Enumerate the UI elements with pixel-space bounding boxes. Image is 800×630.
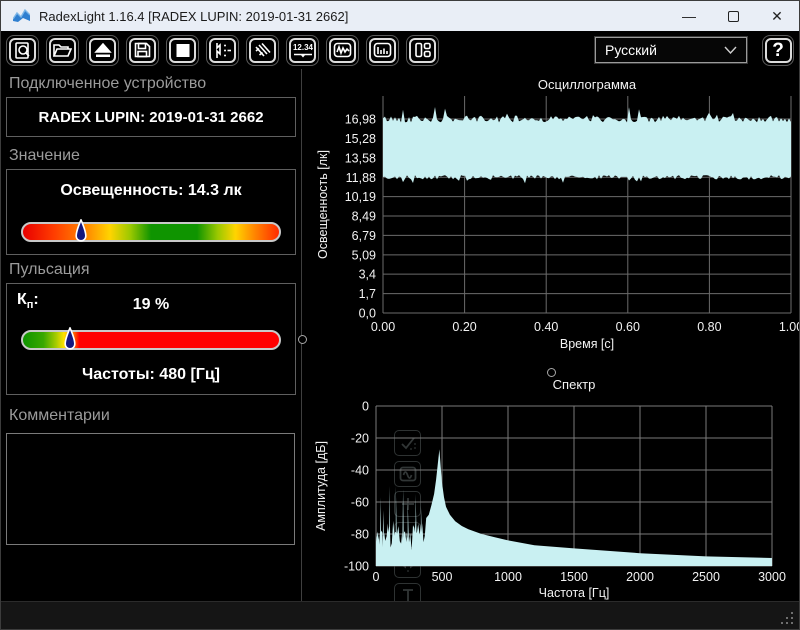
svg-text:0.60: 0.60 bbox=[616, 320, 640, 334]
eject-device-button[interactable] bbox=[86, 34, 119, 66]
svg-text:1,7: 1,7 bbox=[359, 287, 376, 301]
eject-icon bbox=[89, 37, 116, 63]
svg-text:Амплитуда [дБ]: Амплитуда [дБ] bbox=[314, 441, 328, 531]
comments-section-header: Комментарии bbox=[9, 407, 110, 424]
spectrum-chart: Спектр 0 -20 -40 -60 -80 -100 0 500 1000 1500 2000 2… bbox=[311, 373, 799, 601]
value-box: Освещенность: 14.3 лк bbox=[6, 169, 296, 255]
open-file-button[interactable] bbox=[46, 34, 79, 66]
pulsation-value: 19 % bbox=[132, 296, 170, 313]
svg-text:0: 0 bbox=[362, 400, 369, 414]
bar-chart-icon bbox=[369, 37, 396, 63]
oscillogram-chart: Осциллограмма 16,98 15,28 13,58 11,88 10,19 8,… bbox=[311, 71, 800, 609]
svg-text:0,0: 0,0 bbox=[359, 307, 376, 321]
left-panel: Подключенное устройство RADEX LUPIN: 201… bbox=[1, 69, 301, 601]
numeric-1234-icon: 12.34 bbox=[289, 37, 316, 63]
device-name: RADEX LUPIN: 2019-01-31 2662 bbox=[38, 108, 264, 126]
pulsation-scale-bar bbox=[21, 330, 281, 350]
svg-text:-60: -60 bbox=[351, 496, 369, 510]
illuminance-value: Освещенность: 14.3 лк bbox=[60, 182, 242, 199]
waveform-marker-icon bbox=[209, 37, 236, 63]
pulsation-section-header: Пульсация bbox=[9, 261, 90, 278]
vertical-splitter-knob[interactable] bbox=[298, 335, 307, 344]
svg-text:Время [с]: Время [с] bbox=[560, 337, 614, 351]
maximize-button[interactable] bbox=[711, 1, 755, 31]
svg-text:0.00: 0.00 bbox=[371, 320, 395, 334]
language-dropdown[interactable]: Русский bbox=[594, 36, 748, 64]
svg-text:5,09: 5,09 bbox=[352, 248, 376, 262]
help-button[interactable]: ? bbox=[762, 34, 794, 66]
spectrum-view-button[interactable] bbox=[366, 34, 399, 66]
spectrum-plot: Спектр 0 -20 -40 -60 -80 -100 0 500 1000 1500 2000 2… bbox=[314, 377, 786, 600]
frequency-value: Частоты: 480 [Гц] bbox=[81, 366, 220, 383]
illuminance-marker-icon bbox=[75, 219, 87, 242]
svg-text:-80: -80 bbox=[351, 528, 369, 542]
svg-text:3000: 3000 bbox=[758, 570, 786, 584]
svg-text:0.40: 0.40 bbox=[534, 320, 558, 334]
save-button[interactable] bbox=[126, 34, 159, 66]
svg-text:3,4: 3,4 bbox=[359, 268, 376, 282]
svg-text:10,19: 10,19 bbox=[345, 190, 376, 204]
pulsation-box: Кп: 19 % Частоты: 480 [Гц] bbox=[6, 283, 296, 395]
svg-text:15,28: 15,28 bbox=[345, 132, 376, 146]
title-bar: RadexLight 1.16.4 [RADEX LUPIN: 2019-01-… bbox=[1, 1, 799, 31]
save-floppy-icon bbox=[129, 37, 156, 63]
svg-text:2000: 2000 bbox=[626, 570, 654, 584]
preview-button[interactable] bbox=[6, 34, 39, 66]
toolbar: 12.34 Русский ? bbox=[1, 31, 799, 69]
svg-text:-100: -100 bbox=[344, 560, 369, 574]
svg-text:0.20: 0.20 bbox=[452, 320, 476, 334]
hatch-lines-icon bbox=[249, 37, 276, 63]
value-section-header: Значение bbox=[9, 147, 80, 164]
oscillogram-plot: Осциллограмма 16,98 15,28 13,58 11,88 10,19 8,… bbox=[316, 77, 800, 351]
numeric-display-button[interactable]: 12.34 bbox=[286, 34, 319, 66]
svg-text:1000: 1000 bbox=[494, 570, 522, 584]
minimize-button[interactable]: — bbox=[667, 1, 711, 31]
svg-text:13,58: 13,58 bbox=[345, 151, 376, 165]
close-button[interactable]: ✕ bbox=[755, 1, 799, 31]
device-box: RADEX LUPIN: 2019-01-31 2662 bbox=[6, 97, 296, 137]
main-content: Подключенное устройство RADEX LUPIN: 201… bbox=[1, 69, 800, 609]
question-mark-icon: ? bbox=[772, 39, 784, 61]
svg-text:2500: 2500 bbox=[692, 570, 720, 584]
marker-settings-button[interactable] bbox=[206, 34, 239, 66]
oscillogram-icon bbox=[329, 37, 356, 63]
svg-text:6,79: 6,79 bbox=[352, 229, 376, 243]
status-bar bbox=[1, 601, 799, 629]
svg-text:0.80: 0.80 bbox=[697, 320, 721, 334]
open-folder-icon bbox=[49, 37, 76, 63]
svg-text:16,98: 16,98 bbox=[345, 113, 376, 127]
pulsation-marker-icon bbox=[64, 327, 76, 350]
svg-text:0: 0 bbox=[373, 570, 380, 584]
pulsation-mode-button[interactable] bbox=[246, 34, 279, 66]
app-logo-icon bbox=[13, 9, 30, 22]
stop-record-button[interactable] bbox=[166, 34, 199, 66]
device-section-header: Подключенное устройство bbox=[9, 75, 207, 92]
resize-grip-icon[interactable] bbox=[779, 610, 793, 624]
svg-text:Спектр: Спектр bbox=[553, 377, 596, 392]
svg-text:-20: -20 bbox=[351, 432, 369, 446]
svg-text:Осциллограмма: Осциллограмма bbox=[538, 77, 637, 92]
stop-square-icon bbox=[169, 37, 196, 63]
svg-text:1500: 1500 bbox=[560, 570, 588, 584]
language-value: Русский bbox=[605, 42, 657, 58]
window-title: RadexLight 1.16.4 [RADEX LUPIN: 2019-01-… bbox=[39, 8, 349, 24]
svg-text:12.34: 12.34 bbox=[292, 43, 313, 52]
svg-text:8,49: 8,49 bbox=[352, 210, 376, 224]
comments-input[interactable] bbox=[6, 433, 295, 545]
chevron-down-icon bbox=[724, 46, 737, 54]
svg-text:500: 500 bbox=[432, 570, 453, 584]
svg-text:Освещенность [лк]: Освещенность [лк] bbox=[316, 150, 330, 259]
app-window: RadexLight 1.16.4 [RADEX LUPIN: 2019-01-… bbox=[0, 0, 800, 630]
svg-text:Частота [Гц]: Частота [Гц] bbox=[539, 586, 610, 600]
illuminance-scale-bar bbox=[21, 222, 281, 242]
layout-icon bbox=[409, 37, 436, 63]
oscillogram-view-button[interactable] bbox=[326, 34, 359, 66]
svg-text:11,88: 11,88 bbox=[346, 171, 376, 185]
panel-layout-button[interactable] bbox=[406, 34, 439, 66]
magnifier-document-icon bbox=[9, 37, 36, 63]
maximize-icon bbox=[727, 10, 739, 22]
svg-text:-40: -40 bbox=[351, 464, 369, 478]
svg-text:1.00: 1.00 bbox=[779, 320, 800, 334]
